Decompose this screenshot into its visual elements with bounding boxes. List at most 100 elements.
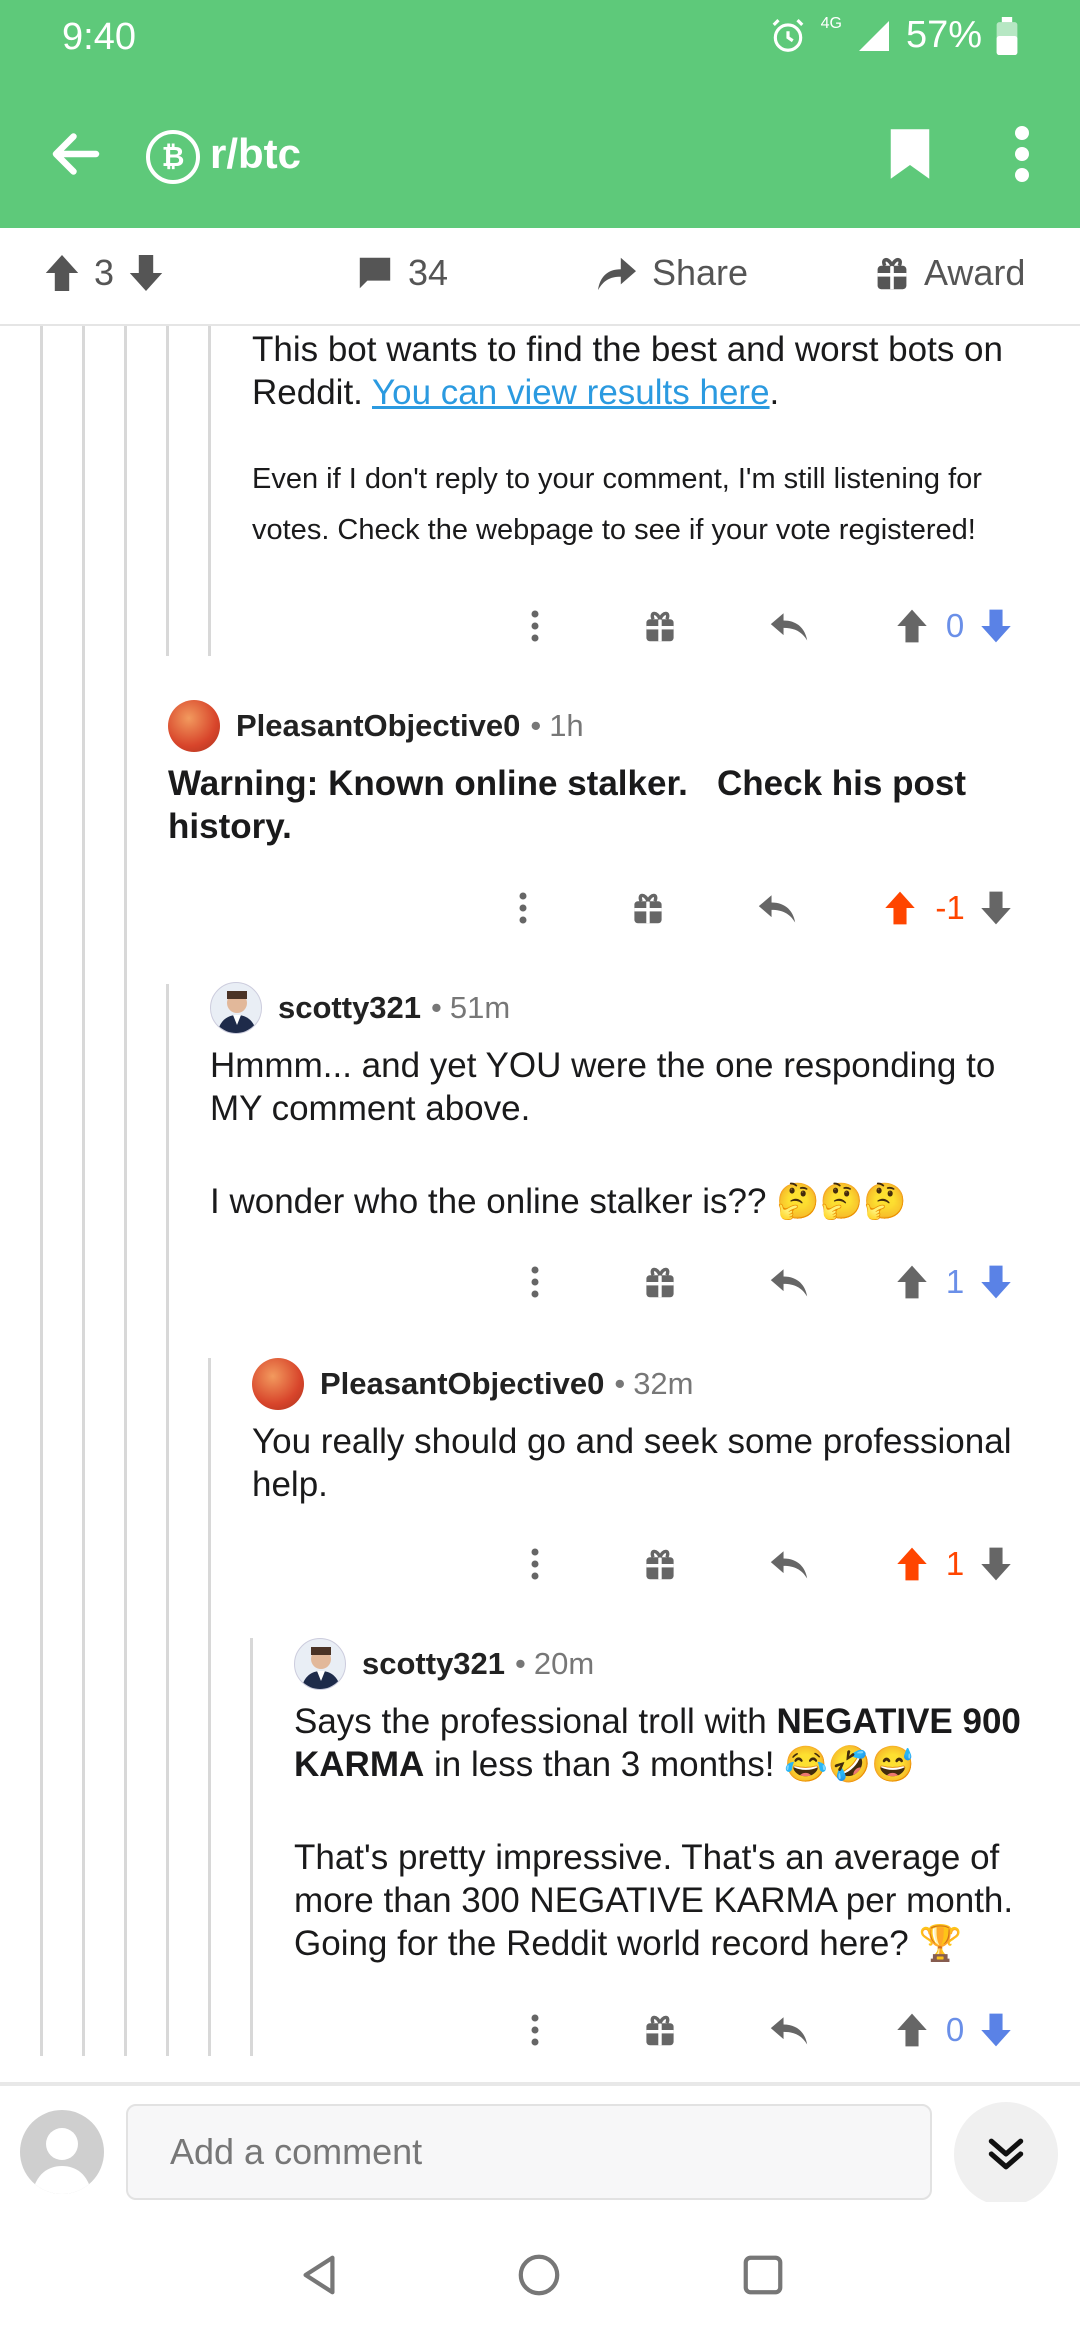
- comment-upvote-button[interactable]: [880, 878, 920, 938]
- gift-icon: [634, 893, 662, 924]
- comment-time: 1h: [549, 708, 584, 743]
- more-vertical-icon: [531, 2014, 539, 2046]
- comment-meta-dot: •: [530, 708, 542, 743]
- share-button[interactable]: Share: [596, 252, 748, 294]
- comment-upvote-button[interactable]: [892, 2000, 932, 2060]
- results-link[interactable]: You can view results here: [372, 373, 770, 412]
- comment-downvote-button[interactable]: [976, 878, 1016, 938]
- comment-more-button[interactable]: [520, 2000, 550, 2060]
- downvote-icon: [981, 891, 1011, 925]
- avatar[interactable]: [168, 700, 220, 752]
- comments-count-button[interactable]: 34: [356, 252, 448, 294]
- avatar-image: [217, 991, 257, 1033]
- gift-icon: [646, 611, 674, 642]
- comment-author[interactable]: scotty321: [362, 1646, 505, 1682]
- battery-percent: 57%: [905, 14, 982, 56]
- comment-more-button[interactable]: [520, 596, 550, 656]
- thread-line: [208, 1358, 211, 2056]
- reply-icon: [770, 1269, 808, 1297]
- thread-line: [40, 326, 43, 2056]
- avatar[interactable]: [294, 1638, 346, 1690]
- comment-actions: 1: [520, 1534, 1040, 1594]
- comment-footnote: Even if I don't reply to your comment, I…: [252, 463, 982, 546]
- comment-reply-button[interactable]: [766, 1534, 812, 1594]
- downvote-icon: [981, 2013, 1011, 2047]
- comment-author[interactable]: PleasantObjective0: [236, 708, 520, 744]
- status-time: 9:40: [62, 16, 136, 58]
- comment-upvote-button[interactable]: [892, 1252, 932, 1312]
- comment-award-button[interactable]: [640, 596, 680, 656]
- add-comment-input[interactable]: Add a comment: [126, 2104, 932, 2200]
- comment-upvote-button[interactable]: [892, 596, 932, 656]
- comment-reply-button[interactable]: [766, 596, 812, 656]
- signal-icon: [858, 20, 889, 51]
- bookmark-icon[interactable]: [888, 126, 932, 182]
- comment-body: That's pretty impressive. That's an aver…: [294, 1838, 1014, 1963]
- comment-more-button[interactable]: [520, 1252, 550, 1312]
- downvote-icon[interactable]: [128, 253, 164, 293]
- back-arrow-icon[interactable]: [46, 124, 106, 184]
- app-bar: ₿ r/btc: [0, 80, 1080, 228]
- comment-award-button[interactable]: [640, 2000, 680, 2060]
- avatar[interactable]: [210, 982, 262, 1034]
- nav-back-icon[interactable]: [296, 2252, 342, 2298]
- comment-body: You really should go and seek some profe…: [252, 1422, 1012, 1504]
- comment-more-button[interactable]: [508, 878, 538, 938]
- subreddit-icon[interactable]: ₿: [146, 130, 200, 184]
- upvote-icon: [885, 891, 915, 925]
- more-vertical-icon: [519, 892, 527, 924]
- comment-header: scotty321 • 20m: [294, 1638, 594, 1690]
- comment-downvote-button[interactable]: [976, 1252, 1016, 1312]
- comment-body: This bot wants to find the best and wors…: [252, 330, 1003, 412]
- comment-score: 1: [945, 1263, 965, 1300]
- upvote-icon[interactable]: [44, 253, 80, 293]
- downvote-icon: [981, 609, 1011, 643]
- scroll-down-button[interactable]: [954, 2102, 1058, 2206]
- comment-time: 51m: [449, 990, 511, 1025]
- user-avatar[interactable]: [20, 2110, 104, 2194]
- avatar[interactable]: [252, 1358, 304, 1410]
- status-icons: 4G 57%: [769, 14, 1018, 57]
- comment-meta-dot: •: [431, 990, 442, 1025]
- reply-icon: [770, 2017, 808, 2045]
- reply-icon: [770, 1551, 808, 1579]
- comment-award-button[interactable]: [640, 1252, 680, 1312]
- system-nav-bar: [0, 2202, 1080, 2340]
- comment-reply-button[interactable]: [766, 1252, 812, 1312]
- battery-icon: [996, 16, 1018, 55]
- award-button[interactable]: Award: [874, 252, 1025, 294]
- comment-header: PleasantObjective0 • 32m: [252, 1358, 694, 1410]
- comment-downvote-button[interactable]: [976, 1534, 1016, 1594]
- comment-award-button[interactable]: [628, 878, 668, 938]
- comment-upvote-button[interactable]: [892, 1534, 932, 1594]
- thread-line: [124, 326, 127, 2056]
- comment-author[interactable]: PleasantObjective0: [320, 1366, 604, 1402]
- post-vote-group: 3: [44, 252, 164, 294]
- more-vertical-icon: [531, 1548, 539, 1580]
- comment-downvote-button[interactable]: [976, 2000, 1016, 2060]
- subreddit-title[interactable]: r/btc: [210, 130, 301, 178]
- comment-downvote-button[interactable]: [976, 596, 1016, 656]
- nav-recents-icon[interactable]: [740, 2252, 786, 2298]
- avatar-image: [301, 1647, 341, 1689]
- comment-meta-dot: •: [515, 1646, 526, 1681]
- comment-meta-dot: •: [614, 1366, 626, 1401]
- comment-author[interactable]: scotty321: [278, 990, 421, 1026]
- comment-award-button[interactable]: [640, 1534, 680, 1594]
- more-vertical-icon: [531, 610, 539, 642]
- more-options-icon[interactable]: [1010, 126, 1034, 182]
- upvote-icon: [897, 2013, 927, 2047]
- comment-reply-button[interactable]: [754, 878, 800, 938]
- comment-body: I wonder who the online stalker is?? 🤔🤔🤔: [210, 1182, 907, 1221]
- gift-icon: [877, 257, 907, 290]
- nav-home-icon[interactable]: [516, 2252, 562, 2298]
- comment-time: 32m: [633, 1366, 694, 1401]
- share-icon: [598, 257, 636, 291]
- gift-icon: [646, 2015, 674, 2046]
- comment-reply-button[interactable]: [766, 2000, 812, 2060]
- post-score: 3: [94, 252, 115, 293]
- thread-line: [166, 326, 169, 656]
- comment-more-button[interactable]: [520, 1534, 550, 1594]
- reply-icon: [758, 895, 796, 923]
- thread-line: [166, 984, 169, 2056]
